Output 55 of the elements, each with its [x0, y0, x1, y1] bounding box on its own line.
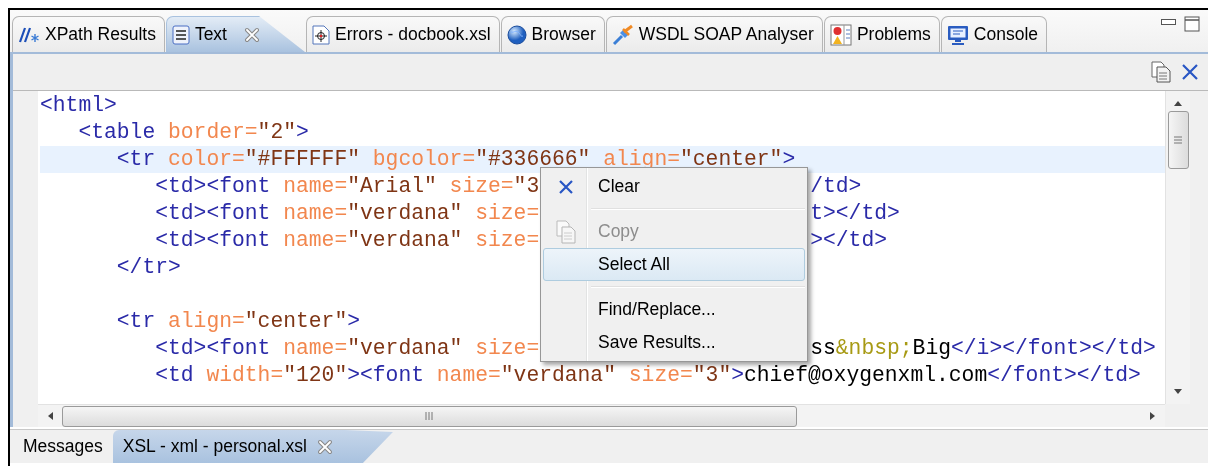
- code-fragment: ss&nbsp;Big</i></font></td>: [810, 335, 1156, 362]
- copy-icon: [1150, 61, 1172, 83]
- maximize-icon: [1184, 16, 1200, 32]
- scrollbar-thumb[interactable]: [62, 405, 797, 427]
- close-icon: [1180, 62, 1200, 82]
- tab[interactable]: Browser: [500, 16, 605, 52]
- tab[interactable]: XPath Results: [12, 16, 165, 52]
- arrow-up-icon: [1172, 99, 1184, 107]
- monitor-icon: [946, 24, 969, 45]
- error-warning-icon: [829, 23, 852, 46]
- globe-icon: [506, 24, 527, 45]
- close-icon: [316, 438, 333, 455]
- code-fragment: ></td>: [810, 227, 887, 254]
- maximize-button[interactable]: [1184, 16, 1200, 32]
- tab[interactable]: WSDL SOAP Analyser: [605, 16, 823, 52]
- code-line: <td><font name="verdana" size=: [155, 335, 540, 362]
- arrow-left-icon: [46, 410, 54, 422]
- code-line: <td><font name="Arial" size="3: [155, 173, 540, 200]
- tab[interactable]: Messages: [13, 430, 113, 463]
- copy-icon: [555, 219, 577, 244]
- code-fragment: /td>: [810, 173, 862, 200]
- code-line: <tr color="#FFFFFF" bgcolor="#336666" align="center">: [116, 146, 796, 173]
- minimize-icon: [1161, 19, 1176, 25]
- code-line: </tr>: [116, 254, 181, 281]
- tab[interactable]: Text: [165, 16, 305, 52]
- scroll-up-button[interactable]: [1172, 99, 1184, 107]
- connector-icon: [611, 23, 634, 46]
- close-icon: [244, 26, 260, 43]
- arrow-down-icon: [1172, 388, 1184, 396]
- menu-item[interactable]: Save Results...: [543, 326, 805, 359]
- code-line: <td><font name="verdana" size=: [155, 200, 540, 227]
- code-line: <table border="2">: [78, 119, 309, 146]
- code-line: <td><font name="verdana" size=: [155, 227, 540, 254]
- tab[interactable]: Errors - docbook.xsl: [306, 16, 500, 52]
- code-line: <tr align="center">: [116, 308, 360, 335]
- code-line: <html>: [40, 92, 117, 119]
- menu-item[interactable]: Select All: [543, 248, 805, 281]
- menu-item[interactable]: Clear: [543, 170, 805, 203]
- scrollbar-thumb[interactable]: [1167, 111, 1189, 169]
- document-icon: [171, 24, 190, 45]
- close-icon: [557, 177, 575, 196]
- menu-item[interactable]: Find/Replace...: [543, 293, 805, 326]
- tab[interactable]: Problems: [823, 16, 940, 52]
- grip-icon: [424, 411, 435, 421]
- copy-button[interactable]: [1150, 61, 1172, 83]
- grip-icon: [1173, 136, 1183, 144]
- slash-star-icon: [18, 25, 40, 44]
- scroll-down-button[interactable]: [1172, 388, 1184, 396]
- close-button[interactable]: [1180, 62, 1200, 82]
- target-document-icon: [312, 24, 330, 45]
- arrow-right-icon: [1149, 410, 1157, 422]
- tab[interactable]: Console: [940, 16, 1047, 52]
- tab[interactable]: XSL - xml - personal.xsl: [112, 430, 393, 463]
- code-line: <td width="120"><font name="verdana" size="3">chief@oxygenxml.com</font></td>: [155, 362, 1141, 389]
- code-fragment: t></td>: [810, 200, 900, 227]
